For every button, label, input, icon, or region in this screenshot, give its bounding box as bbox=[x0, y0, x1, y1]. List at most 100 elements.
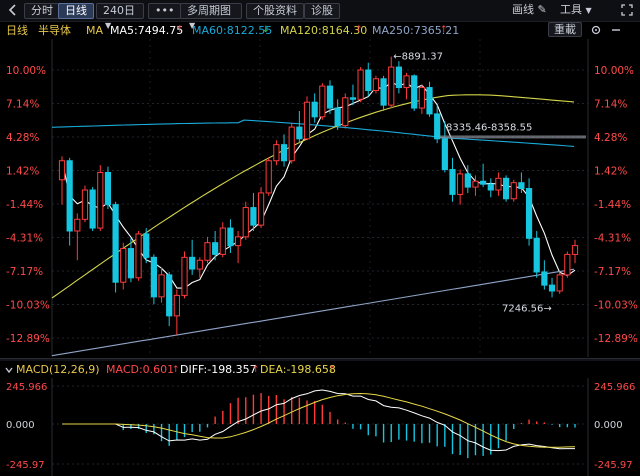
candle-down bbox=[189, 256, 196, 270]
pane-divider[interactable] bbox=[0, 358, 640, 361]
candle-down bbox=[104, 171, 112, 206]
candle-down bbox=[365, 69, 372, 91]
back-icon[interactable] bbox=[6, 3, 20, 17]
dea-value: DEA:-198.658 bbox=[260, 363, 336, 376]
more-button[interactable]: ••• bbox=[148, 3, 182, 19]
expand-icon[interactable] bbox=[620, 3, 634, 17]
ma5-value: MA5:7494.75 bbox=[110, 24, 184, 37]
y-tick-left: 1.42% bbox=[6, 165, 39, 177]
stock-name: 半导体 bbox=[38, 24, 71, 37]
draw-line-label: 画线 bbox=[512, 3, 534, 16]
y-tick-left: -4.31% bbox=[6, 233, 43, 245]
candle-up bbox=[158, 274, 165, 298]
minimize-icon[interactable] bbox=[610, 24, 622, 36]
candle-down bbox=[411, 75, 418, 109]
diff-value: DIFF:-198.357 bbox=[180, 363, 257, 376]
low-price-label: 7246.56→ bbox=[502, 303, 552, 314]
indicator-info-line: 日线 半导体 MA MA5:7494.75 ↑ MA60:8122.55 ↓ M… bbox=[0, 22, 640, 39]
candle-up bbox=[319, 85, 326, 118]
macd-tick-left: 0.000 bbox=[6, 420, 35, 431]
candle-up bbox=[242, 207, 249, 238]
candle-up bbox=[235, 236, 242, 247]
diagnose-button[interactable]: 诊股 bbox=[304, 3, 340, 19]
candle-up bbox=[204, 242, 211, 261]
y-tick-right: -12.89% bbox=[594, 333, 638, 345]
candle-down bbox=[227, 227, 234, 247]
candle-up bbox=[273, 144, 280, 162]
y-tick-right: -10.03% bbox=[594, 300, 638, 312]
candle-up bbox=[219, 227, 226, 255]
collapse-icon[interactable] bbox=[4, 365, 14, 375]
candle-up bbox=[472, 180, 479, 188]
macd-tick-left: 245.966 bbox=[6, 382, 47, 393]
candle-up bbox=[342, 97, 349, 127]
candle-down bbox=[380, 78, 387, 106]
multi-period-select[interactable]: 多周期图 ▼ bbox=[180, 3, 242, 30]
y-tick-left: -10.03% bbox=[6, 300, 50, 312]
y-tick-left: -12.89% bbox=[6, 333, 50, 345]
chevron-down-icon: ▼ bbox=[585, 6, 592, 15]
arrow-down-icon: ↓ bbox=[262, 25, 270, 35]
y-tick-left: -7.17% bbox=[6, 266, 43, 278]
candlestick-chart[interactable]: ←8891.37 7246.56→ 8335.46-8358.55 10.00% 10… bbox=[0, 39, 640, 357]
candle-down bbox=[112, 204, 119, 283]
restore-rights-button[interactable]: 重載 bbox=[548, 22, 582, 37]
candle-up bbox=[303, 101, 311, 140]
candle-down bbox=[349, 97, 357, 100]
candle-down bbox=[296, 126, 303, 140]
candle-up bbox=[564, 253, 571, 276]
candle-up bbox=[196, 259, 203, 270]
candle-down bbox=[533, 237, 540, 273]
candle-up bbox=[120, 248, 127, 283]
candle-down bbox=[441, 138, 448, 171]
candle-up bbox=[372, 78, 380, 91]
candle-up bbox=[58, 160, 66, 181]
arrow-up-icon: ↑ bbox=[355, 25, 363, 35]
candle-down bbox=[518, 182, 525, 190]
candle-down bbox=[449, 169, 456, 195]
candle-down bbox=[89, 189, 96, 229]
macd-tick-right: -245.97 bbox=[594, 460, 633, 471]
candle-up bbox=[135, 233, 142, 279]
candle-up bbox=[173, 294, 180, 317]
candle-down bbox=[326, 85, 334, 109]
macd-tick-right: 0.000 bbox=[594, 420, 623, 431]
period-select[interactable]: 240日 ▼ bbox=[96, 3, 144, 30]
tools-menu[interactable]: 工具 ▼ bbox=[560, 3, 592, 19]
stock-info-button[interactable]: 个股资料 bbox=[246, 3, 304, 19]
y-tick-left: 4.28% bbox=[6, 132, 39, 144]
macd-info-line: MACD(12,26,9) MACD:0.601 ↑ DIFF:-198.357… bbox=[0, 362, 640, 378]
arrow-up-icon: ↑ bbox=[176, 25, 184, 35]
candle-down bbox=[311, 101, 318, 118]
candle-down bbox=[541, 271, 548, 286]
draw-line-button[interactable]: 画线 ✎ bbox=[512, 3, 547, 19]
arrow-up-icon: ↑ bbox=[172, 365, 180, 375]
y-tick-right: 7.14% bbox=[594, 98, 627, 110]
tab-intraday[interactable]: 分时 bbox=[24, 3, 60, 19]
candle-down bbox=[66, 160, 73, 232]
macd-chart[interactable]: 245.966 245.966 0.000 0.000 -245.97 -245.97 bbox=[0, 378, 640, 476]
candle-up bbox=[495, 177, 502, 191]
period-select-label: 240日 bbox=[103, 4, 135, 17]
candle-down bbox=[525, 188, 533, 239]
candle-up bbox=[418, 87, 425, 109]
tools-label: 工具 bbox=[560, 3, 582, 16]
candle-down bbox=[426, 87, 433, 115]
multi-period-label: 多周期图 bbox=[187, 4, 231, 17]
candle-up bbox=[510, 182, 517, 200]
high-price-label: ←8891.37 bbox=[393, 52, 443, 63]
ma-label: MA bbox=[86, 24, 104, 37]
candle-up bbox=[74, 218, 81, 232]
candle-up bbox=[388, 66, 395, 106]
ma60-value: MA60:8122.55 bbox=[192, 24, 273, 37]
settings-icon[interactable] bbox=[590, 24, 602, 36]
y-tick-left: 7.14% bbox=[6, 98, 39, 110]
y-tick-right: -1.44% bbox=[594, 199, 631, 211]
y-tick-left: 10.00% bbox=[6, 65, 46, 77]
y-tick-right: 10.00% bbox=[594, 65, 634, 77]
candle-up bbox=[265, 160, 272, 194]
candle-up bbox=[288, 126, 295, 162]
macd-title: MACD(12,26,9) bbox=[16, 363, 100, 376]
candle-down bbox=[212, 242, 219, 255]
tab-daily[interactable]: 日线 bbox=[58, 3, 94, 19]
